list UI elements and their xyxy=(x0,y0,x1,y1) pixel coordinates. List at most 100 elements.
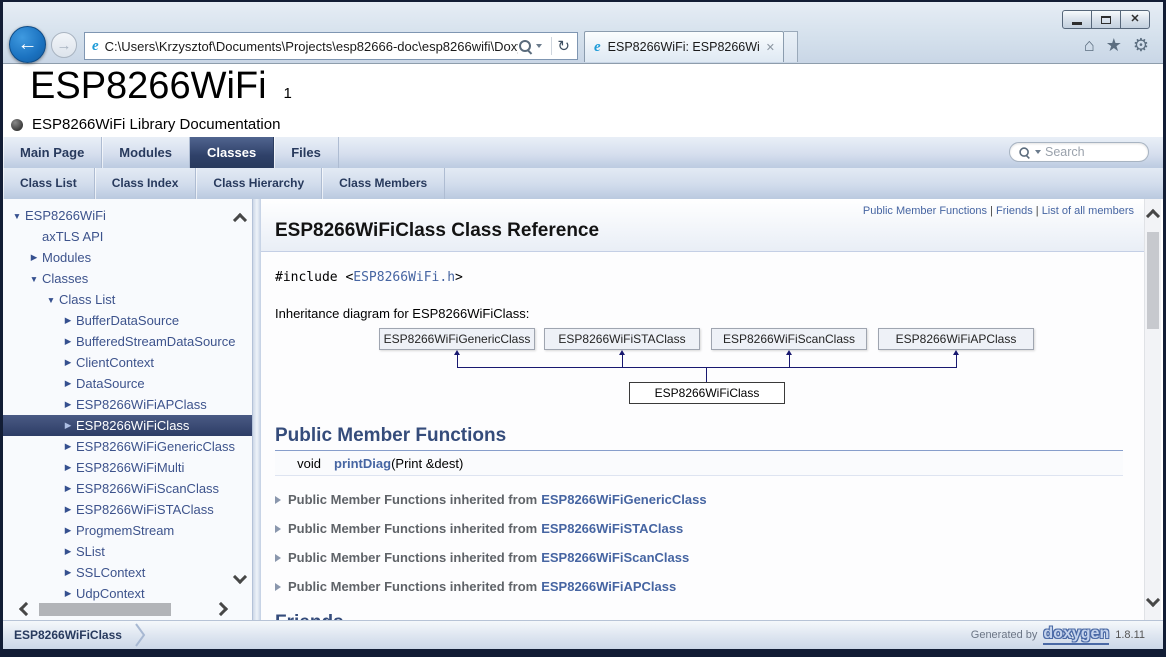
include-file-link[interactable]: ESP8266WiFi.h xyxy=(353,270,455,285)
generated-by: Generated by doxygen 1.8.11 xyxy=(971,621,1145,649)
tree-item-bufferedstreamdatasource[interactable]: ▶BufferedStreamDataSource xyxy=(3,331,252,352)
tree-right-arrow-icon[interactable]: ▶ xyxy=(60,378,76,389)
tree-item-esp8266wifimulti[interactable]: ▶ESP8266WiFiMulti xyxy=(3,457,252,478)
home-icon[interactable]: ⌂ xyxy=(1084,36,1095,54)
inherited-section-esp8266wifistaclass[interactable]: Public Member Functions inherited fromES… xyxy=(275,521,1144,536)
tree-down-arrow-icon[interactable]: ▼ xyxy=(43,295,59,305)
breadcrumb[interactable]: ESP8266WiFiClass xyxy=(14,621,146,649)
subtab-class-list[interactable]: Class List xyxy=(3,168,95,199)
tree-item-esp8266wifi[interactable]: ▼ESP8266WiFi xyxy=(3,205,252,226)
tree-item-udpcontext[interactable]: ▶UdpContext xyxy=(3,583,252,604)
tree-item-class-list[interactable]: ▼Class List xyxy=(3,289,252,310)
content-scroll-thumb[interactable] xyxy=(1147,232,1159,329)
sidebar-scroll-right-icon[interactable] xyxy=(214,602,228,616)
tree-item-bufferdatasource[interactable]: ▶BufferDataSource xyxy=(3,310,252,331)
restore-button[interactable] xyxy=(1091,10,1121,29)
summary-link-public-member-functions[interactable]: Public Member Functions xyxy=(863,205,987,217)
diagram-child-box[interactable]: ESP8266WiFiClass xyxy=(629,382,785,404)
tab-close-icon[interactable]: ✕ xyxy=(766,41,775,54)
subtab-class-members[interactable]: Class Members xyxy=(322,168,445,199)
address-search-icon[interactable] xyxy=(518,39,533,54)
forward-button[interactable]: → xyxy=(51,32,77,58)
tree-item-esp8266wifiscanclass[interactable]: ▶ESP8266WiFiScanClass xyxy=(3,478,252,499)
tree-right-arrow-icon[interactable]: ▶ xyxy=(60,462,76,473)
search-box[interactable] xyxy=(1009,142,1149,162)
tab-modules[interactable]: Modules xyxy=(102,137,190,168)
inherited-section-esp8266wifiapclass[interactable]: Public Member Functions inherited fromES… xyxy=(275,579,1144,594)
browser-tab[interactable]: e ESP8266WiFi: ESP8266WiFi... ✕ xyxy=(584,31,784,62)
diagram-parent-box-3[interactable]: ESP8266WiFiScanClass xyxy=(711,328,867,350)
tab-classes[interactable]: Classes xyxy=(190,137,274,168)
tree-right-arrow-icon[interactable]: ▶ xyxy=(60,315,76,326)
tree-right-arrow-icon[interactable]: ▶ xyxy=(60,525,76,536)
tree-down-arrow-icon[interactable]: ▼ xyxy=(26,274,42,284)
tree-item-label: ESP8266WiFiSTAClass xyxy=(76,502,214,517)
tree-down-arrow-icon[interactable]: ▼ xyxy=(9,211,25,221)
diagram-parent-box-1[interactable]: ESP8266WiFiGenericClass xyxy=(379,328,535,350)
tree-right-arrow-icon[interactable]: ▶ xyxy=(60,336,76,347)
tree-right-arrow-icon[interactable]: ▶ xyxy=(60,567,76,578)
inherited-class-link[interactable]: ESP8266WiFiScanClass xyxy=(541,550,689,565)
tree-right-arrow-icon[interactable]: ▶ xyxy=(60,420,76,431)
tab-files[interactable]: Files xyxy=(274,137,339,168)
tab-title: ESP8266WiFi: ESP8266WiFi... xyxy=(608,40,760,54)
inherited-section-esp8266wifiscanclass[interactable]: Public Member Functions inherited fromES… xyxy=(275,550,1144,565)
sidebar-hscroll-thumb[interactable] xyxy=(39,603,171,616)
tree-item-datasource[interactable]: ▶DataSource xyxy=(3,373,252,394)
tree-item-esp8266wifigenericclass[interactable]: ▶ESP8266WiFiGenericClass xyxy=(3,436,252,457)
inherited-section-esp8266wifigenericclass[interactable]: Public Member Functions inherited fromES… xyxy=(275,492,1144,507)
tree-right-arrow-icon[interactable]: ▶ xyxy=(26,252,42,263)
summary-link-friends[interactable]: Friends xyxy=(996,205,1033,217)
expand-arrow-icon[interactable] xyxy=(275,525,281,533)
tree-item-axtls-api[interactable]: axTLS API xyxy=(3,226,252,247)
back-button[interactable]: ← xyxy=(9,26,46,63)
subtab-class-hierarchy[interactable]: Class Hierarchy xyxy=(196,168,322,199)
expand-arrow-icon[interactable] xyxy=(275,554,281,562)
inherited-class-link[interactable]: ESP8266WiFiGenericClass xyxy=(541,492,706,507)
content-scroll-down-icon[interactable] xyxy=(1146,593,1160,607)
inherited-class-link[interactable]: ESP8266WiFiAPClass xyxy=(541,579,676,594)
tree-right-arrow-icon[interactable]: ▶ xyxy=(60,399,76,410)
diagram-parent-box-4[interactable]: ESP8266WiFiAPClass xyxy=(878,328,1034,350)
tools-icon[interactable]: ⚙ xyxy=(1133,36,1149,54)
tree-item-slist[interactable]: ▶SList xyxy=(3,541,252,562)
close-button[interactable]: ✕ xyxy=(1120,10,1150,29)
tab-main-page[interactable]: Main Page xyxy=(3,137,102,168)
expand-arrow-icon[interactable] xyxy=(275,583,281,591)
tree-item-esp8266wificlass[interactable]: ▶ESP8266WiFiClass xyxy=(3,415,252,436)
member-name-link[interactable]: printDiag xyxy=(334,456,391,471)
tree-right-arrow-icon[interactable]: ▶ xyxy=(60,504,76,515)
search-dropdown-icon[interactable] xyxy=(1035,150,1041,154)
tree-item-progmemstream[interactable]: ▶ProgmemStream xyxy=(3,520,252,541)
sidebar-scroll-left-icon[interactable] xyxy=(19,602,33,616)
new-tab-stub[interactable] xyxy=(784,31,798,62)
minimize-button[interactable] xyxy=(1062,10,1092,29)
diagram-parent-box-2[interactable]: ESP8266WiFiSTAClass xyxy=(544,328,700,350)
sidebar-splitter[interactable] xyxy=(252,199,261,620)
inherited-class-link[interactable]: ESP8266WiFiSTAClass xyxy=(541,521,683,536)
address-search-dropdown-icon[interactable] xyxy=(536,44,542,48)
tree-item-esp8266wifistaclass[interactable]: ▶ESP8266WiFiSTAClass xyxy=(3,499,252,520)
subtab-class-index[interactable]: Class Index xyxy=(95,168,197,199)
summary-link-list-of-all-members[interactable]: List of all members xyxy=(1042,205,1134,217)
tree-right-arrow-icon[interactable]: ▶ xyxy=(60,441,76,452)
content-scrollbar[interactable] xyxy=(1144,199,1161,620)
tree-item-esp8266wifiapclass[interactable]: ▶ESP8266WiFiAPClass xyxy=(3,394,252,415)
tree-item-clientcontext[interactable]: ▶ClientContext xyxy=(3,352,252,373)
expand-arrow-icon[interactable] xyxy=(275,496,281,504)
address-bar[interactable]: e C:\Users\Krzysztof\Documents\Projects\… xyxy=(84,32,578,60)
content-scroll-up-icon[interactable] xyxy=(1146,209,1160,223)
doxygen-logo[interactable]: doxygen xyxy=(1043,626,1109,645)
tree-right-arrow-icon[interactable]: ▶ xyxy=(60,357,76,368)
tree-right-arrow-icon[interactable]: ▶ xyxy=(60,546,76,557)
tree-right-arrow-icon[interactable]: ▶ xyxy=(60,588,76,599)
address-url[interactable]: C:\Users\Krzysztof\Documents\Projects\es… xyxy=(105,39,519,54)
tree-item-modules[interactable]: ▶Modules xyxy=(3,247,252,268)
favorites-icon[interactable]: ★ xyxy=(1106,36,1122,54)
tree-item-label: DataSource xyxy=(76,376,145,391)
search-input[interactable] xyxy=(1045,145,1141,159)
tree-item-sslcontext[interactable]: ▶SSLContext xyxy=(3,562,252,583)
tree-right-arrow-icon[interactable]: ▶ xyxy=(60,483,76,494)
tree-item-classes[interactable]: ▼Classes xyxy=(3,268,252,289)
refresh-icon[interactable]: ↻ xyxy=(557,39,570,54)
